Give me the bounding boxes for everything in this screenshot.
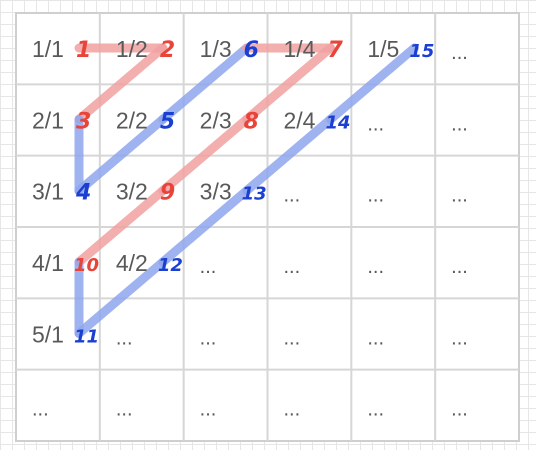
fraction-grid-diagram: 1/1 1/2 1/3 1/4 1/5 ... 2/1 2/2 2/3 2/4... ... 3/1 3… [15,12,520,442]
ellipsis-cell: ... [284,327,301,349]
ellipsis-cell: ... [451,113,468,135]
ellipsis-cell: ... [200,256,217,278]
ellipsis-cell: ... [200,327,217,349]
fraction-cell: 5/1 [32,321,64,347]
ellipsis-cell: ... [367,399,384,421]
ellipsis-cell: ... [367,185,384,207]
fraction-cell: 2/2 [116,107,148,133]
fraction-cell: 1/3 [200,36,232,62]
fraction-cell: 2/1 [32,107,64,133]
fraction-cell: 1/1 [32,36,64,62]
ellipsis-cell: ... [116,327,133,349]
fraction-cell: 3/1 [32,179,64,205]
ellipsis-cell: ... [284,256,301,278]
ellipsis-cell: ... [451,327,468,349]
ellipsis-cell: ... [200,399,217,421]
step-number-1: 1 [76,38,91,63]
step-number-13: 13 [242,184,267,205]
fraction-cell: 2/3 [200,107,232,133]
ellipsis-cell: ... [451,256,468,278]
ellipsis-cell: ... [367,327,384,349]
fraction-cell: 3/2 [116,179,148,205]
step-number-5: 5 [160,109,175,134]
ellipsis-cell: ... [451,42,468,64]
fraction-cell: 1/2 [116,36,148,62]
ellipsis-cell: ... [451,399,468,421]
fraction-cell: 2/4 [284,107,316,133]
step-number-9: 9 [160,181,175,206]
ellipsis-cell: ... [284,399,301,421]
step-number-6: 6 [244,38,259,63]
step-number-11: 11 [74,326,99,347]
step-number-14: 14 [326,112,351,133]
step-number-3: 3 [76,109,91,134]
step-number-8: 8 [244,109,259,134]
fraction-cell: 4/2 [116,250,148,276]
ellipsis-cell: ... [32,399,49,421]
fraction-cell: 3/3 [200,179,232,205]
ellipsis-cell: ... [367,113,384,135]
step-number-12: 12 [158,255,183,276]
ellipsis-cell: ... [116,399,133,421]
table-grid [15,12,520,442]
fraction-cell: 1/5 [367,36,399,62]
ellipsis-cell: ... [367,256,384,278]
step-number-10: 10 [74,255,99,276]
step-number-2: 2 [160,38,175,63]
ellipsis-cell: ... [451,185,468,207]
step-number-7: 7 [328,38,344,63]
step-number-15: 15 [409,41,434,62]
fraction-cell: 1/4 [284,36,316,62]
ellipsis-cell: ... [284,185,301,207]
step-number-4: 4 [75,181,91,206]
fraction-cell: 4/1 [32,250,64,276]
